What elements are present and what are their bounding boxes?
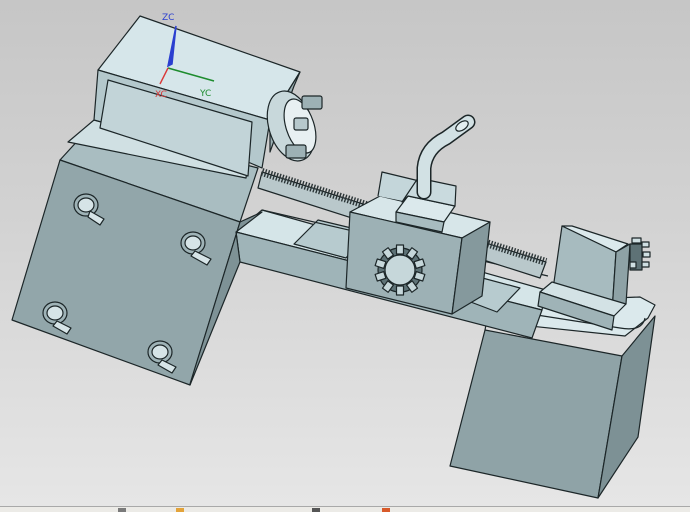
tool-icon[interactable] xyxy=(118,508,126,512)
status-bar xyxy=(0,506,690,512)
folder-icon[interactable] xyxy=(176,508,184,512)
tailstock-handwheel xyxy=(629,237,651,271)
right-pedestal xyxy=(449,296,656,499)
graphics-viewport[interactable]: ZC XC YC xyxy=(0,0,690,506)
yc-axis-label: YC xyxy=(199,89,211,99)
zc-axis-label: ZC xyxy=(162,13,174,23)
lathe-model-view[interactable]: ZC XC YC xyxy=(0,0,690,506)
carriage-gear xyxy=(374,244,426,296)
carriage xyxy=(345,114,491,315)
view-icon[interactable] xyxy=(312,508,320,512)
xc-axis-label: XC xyxy=(155,90,167,100)
snap-icon[interactable] xyxy=(382,508,390,512)
